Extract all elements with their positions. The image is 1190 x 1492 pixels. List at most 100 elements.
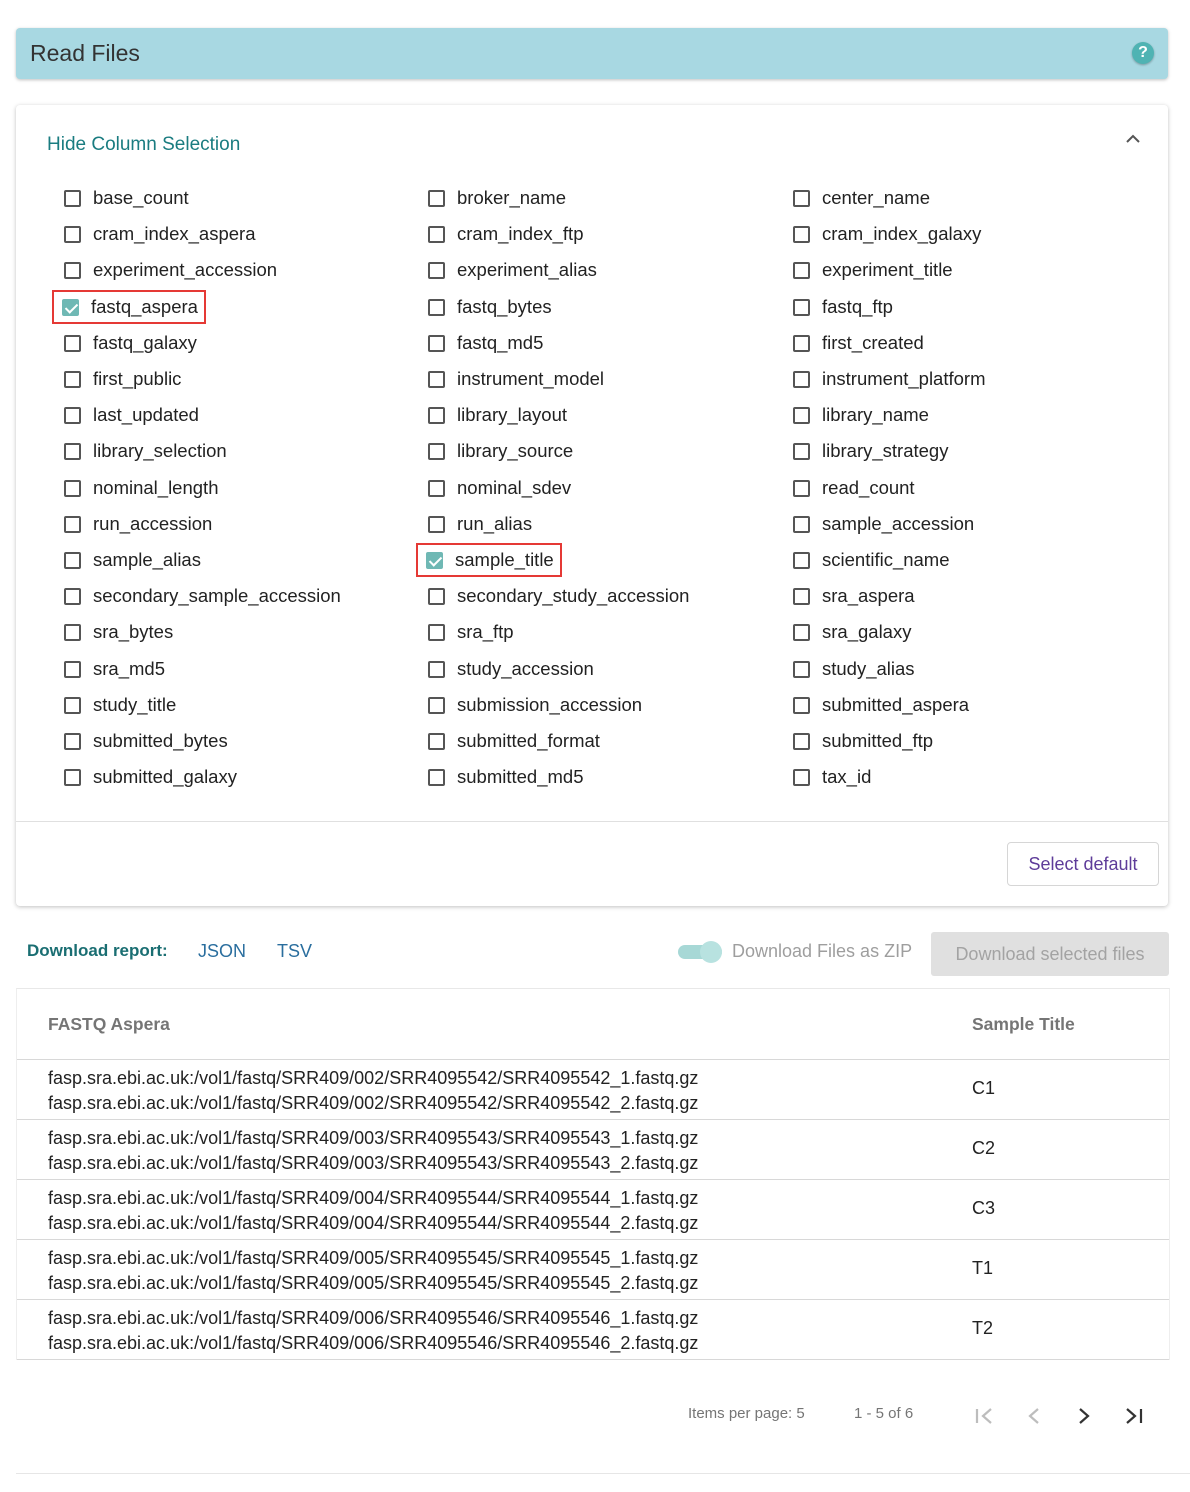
help-icon[interactable]: ? [1132, 42, 1154, 64]
checkbox-unchecked[interactable] [428, 189, 445, 207]
fastq-file-path[interactable]: fasp.sra.ebi.ac.uk:/vol1/fastq/SRR409/00… [48, 1211, 698, 1236]
fastq-file-path[interactable]: fasp.sra.ebi.ac.uk:/vol1/fastq/SRR409/00… [48, 1151, 698, 1176]
checkbox-unchecked[interactable] [64, 442, 81, 460]
checkbox-unchecked[interactable] [64, 225, 81, 243]
checkbox-unchecked[interactable] [64, 660, 81, 678]
checkbox-unchecked[interactable] [428, 442, 445, 460]
column-option[interactable]: sample_accession [793, 509, 974, 539]
fastq-file-path[interactable]: fasp.sra.ebi.ac.uk:/vol1/fastq/SRR409/00… [48, 1331, 698, 1356]
fastq-file-path[interactable]: fasp.sra.ebi.ac.uk:/vol1/fastq/SRR409/00… [48, 1066, 698, 1091]
column-option[interactable]: last_updated [64, 400, 199, 430]
column-option[interactable]: run_accession [64, 509, 212, 539]
checkbox-unchecked[interactable] [793, 587, 810, 605]
column-header-sample-title[interactable]: Sample Title [972, 1014, 1075, 1035]
column-option[interactable]: library_source [428, 436, 573, 466]
column-option[interactable]: secondary_study_accession [428, 581, 689, 611]
column-option[interactable]: sra_galaxy [793, 617, 911, 647]
column-option[interactable]: scientific_name [793, 545, 950, 575]
checkbox-unchecked[interactable] [428, 261, 445, 279]
table-row[interactable]: fasp.sra.ebi.ac.uk:/vol1/fastq/SRR409/00… [17, 1060, 1169, 1120]
column-option[interactable]: submitted_bytes [64, 726, 228, 756]
column-option[interactable]: sample_title [416, 543, 562, 577]
column-option[interactable]: submitted_format [428, 726, 600, 756]
checkbox-unchecked[interactable] [793, 298, 810, 316]
checkbox-unchecked[interactable] [793, 479, 810, 497]
checkbox-unchecked[interactable] [64, 189, 81, 207]
checkbox-unchecked[interactable] [793, 370, 810, 388]
table-row[interactable]: fasp.sra.ebi.ac.uk:/vol1/fastq/SRR409/00… [17, 1180, 1169, 1240]
column-option[interactable]: first_created [793, 328, 924, 358]
chevron-right-icon[interactable] [1070, 1402, 1098, 1430]
table-row[interactable]: fasp.sra.ebi.ac.uk:/vol1/fastq/SRR409/00… [17, 1240, 1169, 1300]
column-option[interactable]: library_name [793, 400, 929, 430]
column-option[interactable]: base_count [64, 183, 189, 213]
column-option[interactable]: instrument_model [428, 364, 604, 394]
checkbox-unchecked[interactable] [64, 334, 81, 352]
checkbox-unchecked[interactable] [64, 406, 81, 424]
column-option[interactable]: submitted_ftp [793, 726, 933, 756]
column-option[interactable]: sra_ftp [428, 617, 514, 647]
column-option[interactable]: fastq_aspera [52, 290, 206, 324]
checkbox-unchecked[interactable] [64, 696, 81, 714]
checkbox-unchecked[interactable] [428, 732, 445, 750]
checkbox-unchecked[interactable] [428, 587, 445, 605]
column-option[interactable]: tax_id [793, 762, 871, 792]
column-option[interactable]: fastq_bytes [428, 292, 552, 322]
checkbox-unchecked[interactable] [64, 587, 81, 605]
checkbox-unchecked[interactable] [64, 768, 81, 786]
checkbox-unchecked[interactable] [428, 225, 445, 243]
download-tsv-link[interactable]: TSV [277, 941, 312, 962]
fastq-file-path[interactable]: fasp.sra.ebi.ac.uk:/vol1/fastq/SRR409/00… [48, 1271, 698, 1296]
column-option[interactable]: sra_bytes [64, 617, 173, 647]
column-option[interactable]: secondary_sample_accession [64, 581, 341, 611]
checkbox-unchecked[interactable] [64, 623, 81, 641]
checkbox-unchecked[interactable] [428, 479, 445, 497]
checkbox-unchecked[interactable] [793, 225, 810, 243]
column-option[interactable]: fastq_ftp [793, 292, 893, 322]
checkbox-unchecked[interactable] [793, 515, 810, 533]
checkbox-unchecked[interactable] [64, 479, 81, 497]
checkbox-unchecked[interactable] [428, 515, 445, 533]
column-option[interactable]: submitted_md5 [428, 762, 583, 792]
checkbox-unchecked[interactable] [793, 442, 810, 460]
fastq-file-path[interactable]: fasp.sra.ebi.ac.uk:/vol1/fastq/SRR409/00… [48, 1186, 698, 1211]
column-option[interactable]: cram_index_ftp [428, 219, 583, 249]
checkbox-unchecked[interactable] [428, 298, 445, 316]
column-option[interactable]: study_alias [793, 654, 915, 684]
checkbox-unchecked[interactable] [64, 551, 81, 569]
column-option[interactable]: nominal_length [64, 473, 218, 503]
column-option[interactable]: nominal_sdev [428, 473, 571, 503]
column-option[interactable]: submitted_galaxy [64, 762, 237, 792]
chevron-left-icon[interactable] [1020, 1402, 1048, 1430]
checkbox-checked[interactable] [62, 298, 79, 316]
checkbox-unchecked[interactable] [793, 261, 810, 279]
column-option[interactable]: sample_alias [64, 545, 201, 575]
column-option[interactable]: library_selection [64, 436, 227, 466]
column-option[interactable]: sra_aspera [793, 581, 915, 611]
download-selected-files-button[interactable]: Download selected files [931, 932, 1169, 976]
checkbox-unchecked[interactable] [428, 406, 445, 424]
column-option[interactable]: study_title [64, 690, 176, 720]
checkbox-unchecked[interactable] [793, 551, 810, 569]
column-option[interactable]: instrument_platform [793, 364, 985, 394]
checkbox-unchecked[interactable] [793, 334, 810, 352]
checkbox-unchecked[interactable] [64, 370, 81, 388]
checkbox-unchecked[interactable] [64, 732, 81, 750]
checkbox-unchecked[interactable] [428, 696, 445, 714]
fastq-file-path[interactable]: fasp.sra.ebi.ac.uk:/vol1/fastq/SRR409/00… [48, 1246, 698, 1271]
column-option[interactable]: fastq_galaxy [64, 328, 197, 358]
column-option[interactable]: fastq_md5 [428, 328, 543, 358]
checkbox-unchecked[interactable] [64, 515, 81, 533]
checkbox-unchecked[interactable] [428, 768, 445, 786]
checkbox-unchecked[interactable] [793, 732, 810, 750]
checkbox-unchecked[interactable] [64, 261, 81, 279]
checkbox-checked[interactable] [426, 551, 443, 569]
column-header-fastq-aspera[interactable]: FASTQ Aspera [48, 1014, 170, 1035]
select-default-button[interactable]: Select default [1007, 842, 1159, 886]
fastq-file-path[interactable]: fasp.sra.ebi.ac.uk:/vol1/fastq/SRR409/00… [48, 1306, 698, 1331]
chevron-up-icon[interactable] [1125, 131, 1141, 147]
column-option[interactable]: library_strategy [793, 436, 948, 466]
column-option[interactable]: experiment_title [793, 255, 953, 285]
column-option[interactable]: first_public [64, 364, 181, 394]
fastq-file-path[interactable]: fasp.sra.ebi.ac.uk:/vol1/fastq/SRR409/00… [48, 1126, 698, 1151]
